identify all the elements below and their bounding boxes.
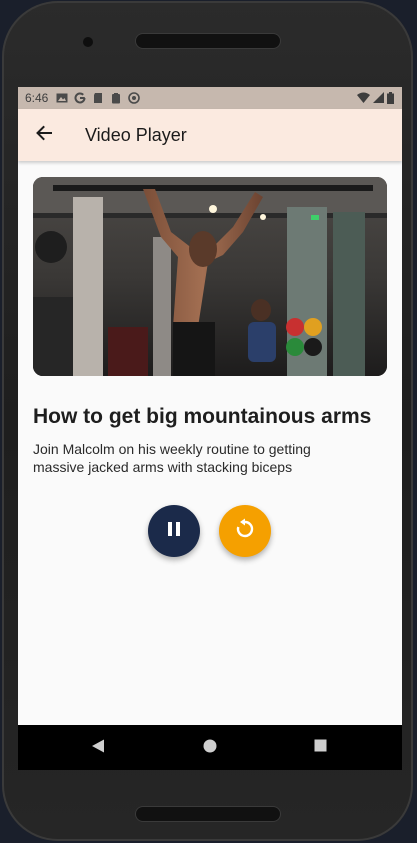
nav-back-button[interactable] [89,739,107,757]
gallery-icon [56,92,68,104]
status-right-icons [357,92,394,107]
bottom-speaker [136,807,280,821]
replay-button[interactable] [219,505,271,557]
clipboard-icon [110,92,122,104]
back-button[interactable] [32,123,56,147]
status-bar: 6:46 [18,87,402,109]
battery-icon [387,92,394,107]
sync-icon [128,92,141,104]
video-title: How to get big mountainous arms [33,405,372,428]
video-player[interactable] [33,177,387,376]
recents-square-icon [314,739,327,757]
nav-home-button[interactable] [201,739,219,757]
pause-icon [165,520,183,543]
screen: 6:46 Video Player How to get big mountai… [18,87,402,770]
sd-card-icon [92,92,104,104]
video-frame-image [33,177,387,376]
app-bar: Video Player [18,109,402,161]
nav-recents-button[interactable] [311,739,329,757]
google-icon [74,92,86,104]
home-circle-icon [203,739,217,758]
replay-icon [234,518,256,545]
system-nav-bar [18,725,402,770]
signal-icon [373,92,384,107]
earpiece-speaker [136,34,280,48]
pause-button[interactable] [148,505,200,557]
front-camera [83,37,93,47]
back-triangle-icon [91,739,105,758]
arrow-back-icon [35,124,53,147]
page-title: Video Player [85,124,187,145]
status-time: 6:46 [25,91,49,105]
video-description: Join Malcolm on his weekly routine to ge… [33,441,311,475]
wifi-icon [357,92,370,107]
